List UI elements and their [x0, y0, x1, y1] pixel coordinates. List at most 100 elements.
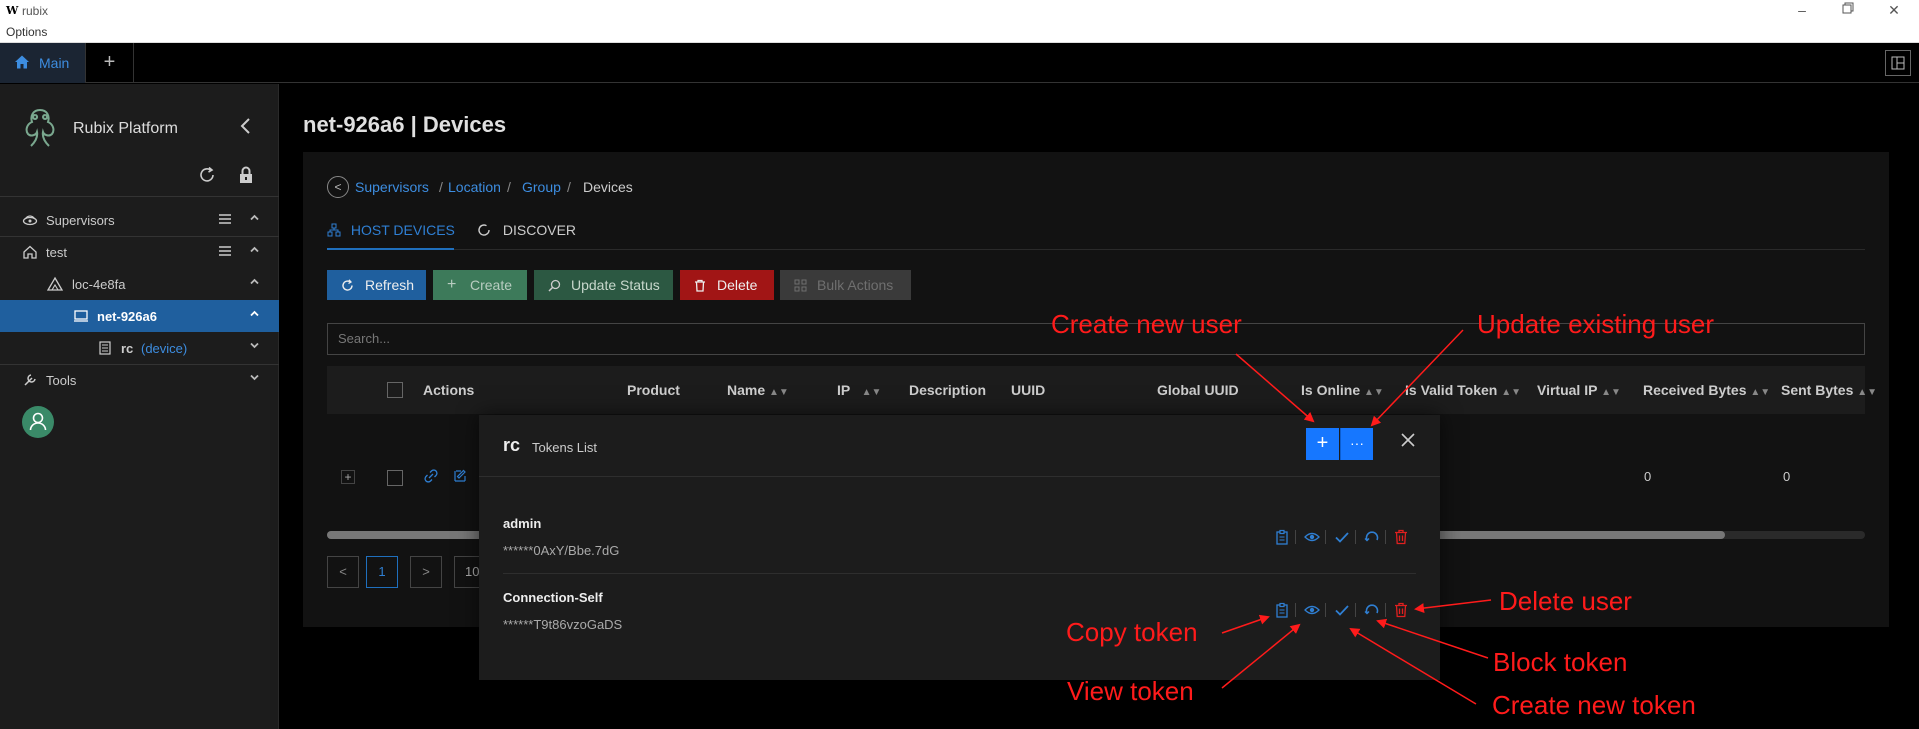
- refresh-button-label: Refresh: [365, 277, 415, 293]
- sidebar-item-supervisors[interactable]: Supervisors: [0, 204, 279, 236]
- prev-page-button[interactable]: <: [327, 556, 359, 588]
- search-icon: [548, 270, 561, 300]
- sidebar-item-label: Supervisors: [46, 213, 115, 228]
- column-name[interactable]: Name ▲▼: [727, 382, 789, 398]
- column-sent-bytes[interactable]: Sent Bytes ▲▼: [1781, 382, 1877, 398]
- add-tab-button[interactable]: +: [86, 43, 134, 83]
- back-button[interactable]: <: [327, 176, 349, 198]
- refresh-button[interactable]: Refresh: [327, 270, 426, 300]
- edit-icon[interactable]: [453, 469, 467, 486]
- menu-icon[interactable]: [218, 244, 232, 261]
- column-ip[interactable]: IP ▲▼: [837, 382, 881, 398]
- sidebar-item-location[interactable]: loc-4e8fa: [0, 268, 279, 300]
- token-value: ******T9t86vzoGaDS: [503, 617, 623, 632]
- layout-icon: [1891, 56, 1905, 73]
- column-virtual-ip[interactable]: Virtual IP ▲▼: [1537, 382, 1621, 398]
- select-all-checkbox[interactable]: [387, 382, 403, 398]
- bulk-actions-button[interactable]: Bulk Actions: [780, 270, 911, 300]
- delete-button-label: Delete: [717, 277, 758, 293]
- chevron-down-icon[interactable]: [249, 340, 260, 354]
- block-token-icon[interactable]: [1364, 529, 1380, 545]
- column-is-online[interactable]: Is Online ▲▼: [1301, 382, 1384, 398]
- trash-icon: [694, 270, 706, 300]
- tab-main[interactable]: Main: [0, 43, 86, 83]
- close-modal-icon[interactable]: [1400, 431, 1416, 454]
- annotation-delete-user: Delete user: [1499, 586, 1632, 616]
- received-bytes-cell: 0: [1644, 469, 1652, 484]
- row-checkbox[interactable]: [387, 470, 403, 486]
- next-page-button[interactable]: >: [410, 556, 442, 588]
- sidebar-item-network[interactable]: net-926a6: [0, 300, 279, 332]
- page-title: net-926a6 | Devices: [303, 112, 507, 137]
- create-button[interactable]: + Create: [433, 270, 527, 300]
- tab-main-label: Main: [39, 55, 70, 71]
- token-name: Connection-Self: [503, 590, 603, 605]
- tab-discover-label: DISCOVER: [502, 222, 577, 238]
- refresh-icon[interactable]: [198, 166, 216, 189]
- breadcrumb-supervisors[interactable]: Supervisors: [355, 179, 429, 195]
- column-sent-bytes-label: Sent Bytes: [1781, 382, 1854, 398]
- delete-token-icon[interactable]: [1394, 602, 1410, 618]
- action-separator: [1325, 603, 1326, 617]
- update-user-button[interactable]: ···: [1340, 428, 1373, 460]
- breadcrumb-separator: /: [439, 179, 443, 195]
- chevron-down-icon[interactable]: [249, 372, 260, 386]
- block-token-icon[interactable]: [1364, 602, 1380, 618]
- chevron-up-icon[interactable]: [249, 276, 260, 290]
- modal-title: rc: [503, 435, 521, 455]
- menu-icon[interactable]: [218, 212, 232, 229]
- collapse-sidebar-icon[interactable]: [238, 116, 252, 142]
- sort-icon: ▲▼: [1364, 387, 1384, 398]
- modal-subtitle: Tokens List: [532, 440, 598, 455]
- expand-row-icon[interactable]: +: [341, 470, 355, 484]
- check-icon[interactable]: [1334, 529, 1350, 545]
- sidebar-item-tools[interactable]: Tools: [0, 364, 279, 396]
- lock-icon[interactable]: [238, 166, 254, 189]
- annotation-view-token: View token: [1067, 676, 1194, 706]
- breadcrumb-group[interactable]: Group: [522, 179, 561, 195]
- restore-icon[interactable]: [1838, 1, 1858, 17]
- copy-token-icon[interactable]: [1274, 602, 1290, 618]
- delete-button[interactable]: Delete: [680, 270, 774, 300]
- view-token-icon[interactable]: [1304, 529, 1320, 545]
- column-received-bytes[interactable]: Received Bytes ▲▼: [1643, 382, 1770, 398]
- chevron-up-icon[interactable]: [249, 212, 260, 226]
- delete-token-icon[interactable]: [1394, 529, 1410, 545]
- copy-token-icon[interactable]: [1274, 529, 1290, 545]
- user-avatar[interactable]: [22, 406, 54, 438]
- breadcrumb-location[interactable]: Location: [448, 179, 501, 195]
- column-description: Description: [909, 382, 987, 398]
- sidebar-item-device-rc[interactable]: rc (device): [0, 332, 279, 364]
- check-icon[interactable]: [1334, 602, 1350, 618]
- link-icon[interactable]: [424, 469, 438, 486]
- supervisors-icon: [22, 212, 38, 231]
- layout-toggle-button[interactable]: [1885, 50, 1911, 76]
- sidebar-item-label: net-926a6: [97, 309, 157, 324]
- create-user-button[interactable]: +: [1306, 428, 1339, 460]
- sidebar-item-label: Tools: [46, 373, 77, 388]
- breadcrumb-separator: /: [567, 179, 571, 195]
- sort-icon: ▲▼: [769, 387, 789, 398]
- tab-discover[interactable]: DISCOVER: [477, 222, 576, 238]
- page-1-button[interactable]: 1: [366, 556, 398, 588]
- column-name-label: Name: [727, 382, 766, 398]
- column-virtual-ip-label: Virtual IP: [1537, 382, 1598, 398]
- sort-icon: ▲▼: [1601, 387, 1621, 398]
- tools-icon: [22, 372, 38, 391]
- sort-icon: ▲▼: [1750, 387, 1771, 398]
- chevron-up-icon[interactable]: [249, 244, 260, 258]
- tab-host-devices[interactable]: HOST DEVICES: [327, 222, 455, 238]
- menu-options[interactable]: Options: [6, 25, 47, 39]
- close-window-icon[interactable]: ✕: [1884, 2, 1904, 19]
- token-value: ******0AxY/Bbe.7dG: [503, 543, 620, 558]
- device-icon: [97, 340, 113, 359]
- chevron-up-icon[interactable]: [249, 308, 260, 322]
- update-status-button[interactable]: Update Status: [534, 270, 673, 300]
- annotation-create-new-token: Create new token: [1492, 690, 1696, 720]
- brand-name: Rubix Platform: [73, 120, 178, 137]
- minimize-icon[interactable]: –: [1792, 2, 1812, 18]
- sidebar-item-label: rc: [121, 341, 134, 356]
- sidebar-item-test[interactable]: test: [0, 236, 279, 268]
- view-token-icon[interactable]: [1304, 602, 1320, 618]
- column-is-valid-token[interactable]: Is Valid Token ▲▼: [1405, 382, 1521, 398]
